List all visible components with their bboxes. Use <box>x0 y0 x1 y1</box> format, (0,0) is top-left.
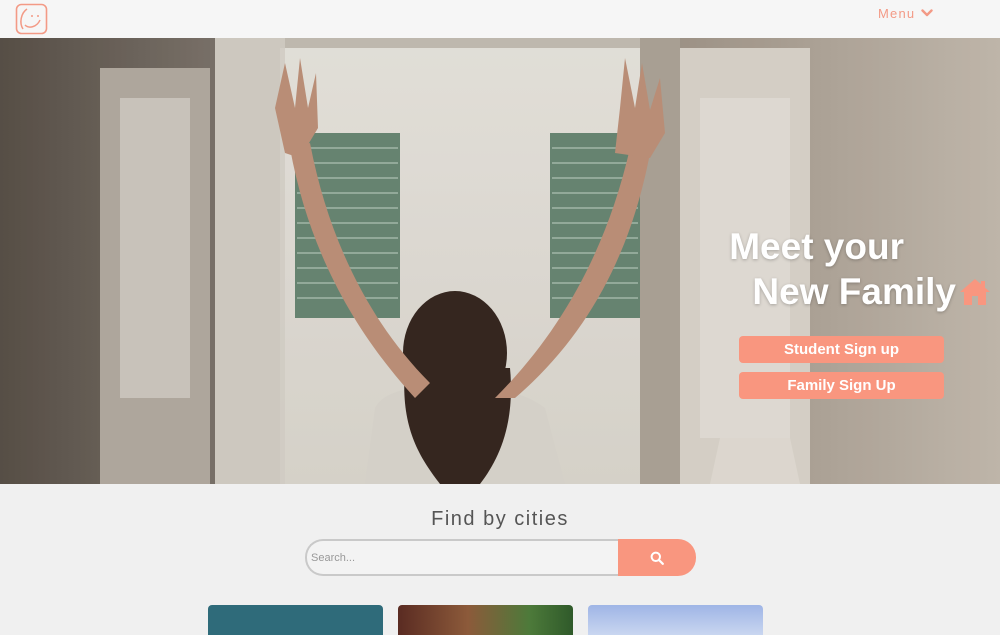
hero-title: Meet your New Family <box>692 224 992 314</box>
search-icon <box>650 551 664 565</box>
section-title: Find by cities <box>431 508 569 530</box>
hero-banner: Meet your New Family Student Sign up Fam… <box>0 38 1000 484</box>
search-button[interactable] <box>618 539 696 576</box>
menu-label: Menu <box>878 5 916 21</box>
city-card[interactable] <box>398 605 573 635</box>
top-navbar: Menu <box>0 0 1000 39</box>
smiley-logo-icon[interactable] <box>15 3 48 35</box>
menu-dropdown[interactable]: Menu <box>878 4 934 22</box>
hero-title-line1: Meet your <box>729 226 904 267</box>
chevron-down-icon <box>921 9 934 17</box>
student-signup-button[interactable]: Student Sign up <box>739 336 944 363</box>
family-signup-button[interactable]: Family Sign Up <box>739 372 944 399</box>
search-input[interactable] <box>305 539 623 576</box>
city-card[interactable] <box>208 605 383 635</box>
home-icon <box>960 278 990 305</box>
city-search-form <box>305 539 696 576</box>
city-card[interactable] <box>588 605 763 635</box>
hero-title-line2: New Family <box>752 271 956 312</box>
